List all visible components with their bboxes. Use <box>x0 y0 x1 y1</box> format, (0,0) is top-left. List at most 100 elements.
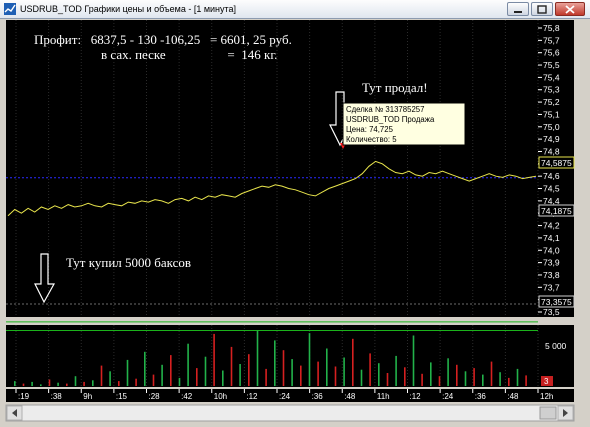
volume-bar <box>430 362 432 386</box>
horizontal-scrollbar[interactable] <box>5 404 575 422</box>
volume-bar <box>343 357 345 386</box>
price-tick-label: 75,0 <box>543 122 560 132</box>
price-tick-label: 73,7 <box>543 282 560 292</box>
price-tick-label: 75,4 <box>543 72 560 82</box>
price-tick-label: 74,5 <box>543 184 560 194</box>
volume-bar <box>490 361 493 386</box>
time-tick-label: :38 <box>51 392 63 401</box>
volume-bar <box>326 348 328 386</box>
volume-bar <box>282 350 285 386</box>
volume-bar <box>152 374 155 386</box>
volume-bar <box>516 368 519 386</box>
time-tick-label: 9h <box>83 392 92 401</box>
svg-text:74,5875: 74,5875 <box>541 158 572 168</box>
price-tick-label: 73,5 <box>543 307 560 317</box>
volume-bar <box>230 346 233 386</box>
time-tick-label: 10h <box>214 392 227 401</box>
volume-bar <box>40 384 42 386</box>
volume-bar <box>74 376 77 386</box>
volume-bar <box>248 354 250 386</box>
volume-bar <box>204 356 207 386</box>
price-tick-label: 74,8 <box>543 146 560 156</box>
volume-bar <box>66 383 68 386</box>
volume-bar <box>126 359 129 386</box>
volume-bar <box>187 343 189 386</box>
price-pane[interactable] <box>6 20 538 317</box>
volume-bar <box>317 361 319 386</box>
volume-bar <box>144 351 146 386</box>
volume-bar <box>222 370 224 386</box>
price-tick-label: 75,7 <box>543 35 560 45</box>
volume-bar <box>378 363 380 386</box>
price-tick-label: 74,0 <box>543 245 560 255</box>
volume-bar <box>300 365 302 386</box>
time-tick-label: :12 <box>246 392 258 401</box>
price-tick-label: 75,5 <box>543 60 560 70</box>
chart-window: USDRUB_TOD Графики цены и объема - [1 ми… <box>0 0 590 427</box>
volume-bar <box>386 373 389 386</box>
volume-bar <box>508 377 510 386</box>
volume-bar <box>395 355 397 386</box>
volume-bar <box>360 369 363 386</box>
time-tick-label: 12h <box>540 392 553 401</box>
profit-line-2: в сах. песке = 146 кг. <box>101 47 277 62</box>
volume-bar <box>464 371 467 386</box>
profit-line-1: Профит: 6837,5 - 130 -106,25 = 6601, 25 … <box>34 32 292 47</box>
volume-bar <box>473 368 475 386</box>
volume-bar <box>438 376 441 386</box>
tooltip-line-4: Количество: 5 <box>346 135 397 144</box>
svg-text:74,1875: 74,1875 <box>541 206 572 216</box>
time-tick-label: :28 <box>149 392 161 401</box>
svg-text:73,3575: 73,3575 <box>541 297 572 307</box>
volume-bar <box>100 365 103 386</box>
tooltip-line-3: Цена: 74,725 <box>346 125 394 134</box>
volume-pane[interactable] <box>6 325 538 387</box>
price-volume-chart: 75,8 75,7 75,6 75,5 75,4 75,3 75,2 75,1 75,0 74,9… <box>5 20 575 422</box>
volume-bar <box>14 381 16 386</box>
volume-bar <box>525 375 527 386</box>
time-tick-label: :36 <box>475 392 487 401</box>
volume-bar <box>291 359 293 386</box>
tooltip-line-2: USDRUB_TOD Продажа <box>346 115 435 124</box>
volume-bar <box>170 355 172 386</box>
blue-level-price-box: 74,1875 <box>538 204 575 217</box>
volume-bar <box>161 364 163 386</box>
price-tick-label: 75,8 <box>543 23 560 33</box>
volume-bar <box>274 340 276 386</box>
trade-tooltip: Сделка № 313785257 USDRUB_TOD Продажа Це… <box>342 102 466 146</box>
price-tick-label: 74,1 <box>543 233 560 243</box>
volume-bar <box>109 371 111 386</box>
time-tick-label: :15 <box>116 392 128 401</box>
volume-box-value: 3 <box>544 377 549 386</box>
price-tick-label: 75,3 <box>543 85 560 95</box>
green-level-price-box: 73,3575 <box>538 295 575 308</box>
volume-bar <box>178 377 181 386</box>
bought-label: Тут купил 5000 баксов <box>66 255 191 270</box>
volume-bar <box>92 380 94 386</box>
volume-bar <box>48 379 51 386</box>
volume-bar <box>369 353 371 386</box>
time-tick-label: :24 <box>279 392 291 401</box>
volume-bar <box>456 364 458 386</box>
time-tick-label: 11h <box>377 392 390 401</box>
time-tick-label: :24 <box>442 392 454 401</box>
time-tick-label: :42 <box>181 392 193 401</box>
volume-bar <box>265 368 267 386</box>
time-tick-label: :48 <box>344 392 356 401</box>
price-tick-label: 74,6 <box>543 171 560 181</box>
volume-bar <box>83 381 85 386</box>
volume-bar <box>352 338 354 386</box>
scroll-thumb[interactable] <box>539 406 557 420</box>
volume-bar <box>118 381 120 386</box>
volume-bar <box>57 382 59 386</box>
volume-bar <box>334 366 337 386</box>
tooltip-line-1: Сделка № 313785257 <box>346 105 424 114</box>
volume-bar <box>404 367 406 386</box>
price-tick-label: 74,2 <box>543 221 560 231</box>
time-tick-label: :12 <box>410 392 422 401</box>
volume-bar <box>239 364 241 386</box>
current-price-box: 74,5875 <box>538 156 575 169</box>
sold-label: Тут продал! <box>362 80 428 95</box>
volume-bar <box>135 378 137 386</box>
price-tick-label: 74,4 <box>543 196 560 206</box>
